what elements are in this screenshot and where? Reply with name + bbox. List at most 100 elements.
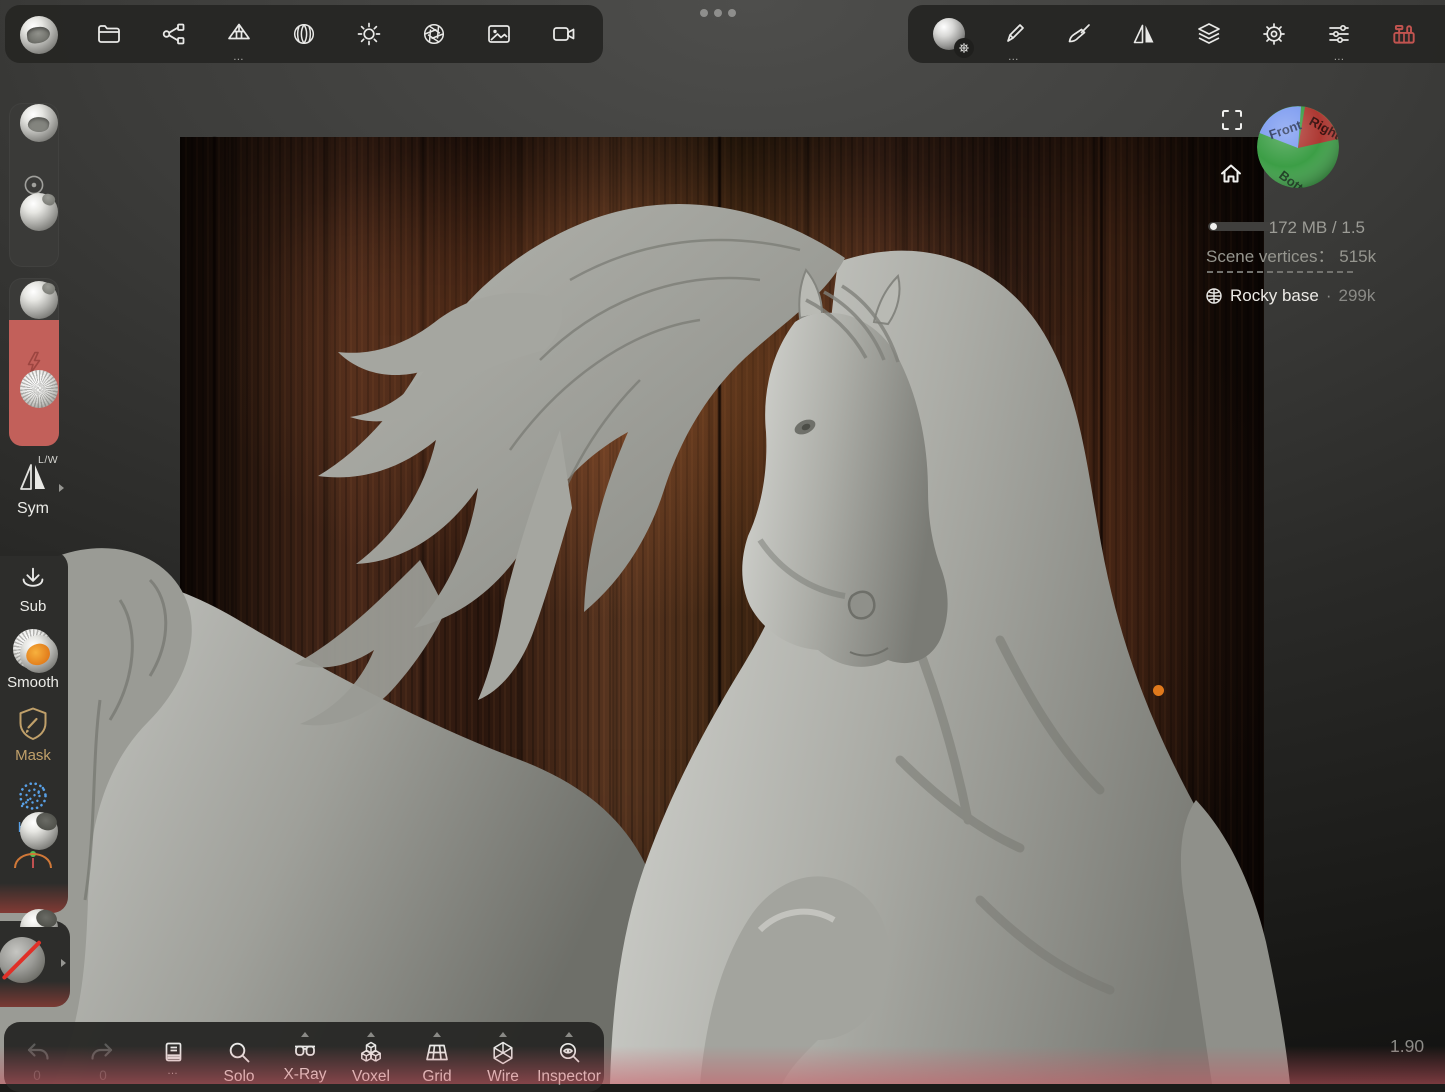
move-sphere-icon bbox=[20, 193, 58, 231]
toggle-label: Solo bbox=[223, 1068, 254, 1085]
toggle-label: Voxel bbox=[352, 1068, 390, 1085]
shortcut-label: Sub bbox=[20, 599, 47, 615]
scene-vertices-label: Scene vertices： bbox=[1206, 247, 1335, 266]
matcap-sphere-icon bbox=[933, 18, 965, 50]
no-material-slot[interactable] bbox=[0, 921, 70, 1007]
object-vertex-count: 299k bbox=[1339, 286, 1376, 306]
folder-icon bbox=[96, 21, 122, 47]
no-material-caret-icon bbox=[61, 959, 66, 967]
redo-icon bbox=[89, 1040, 117, 1066]
paint-sphere-icon bbox=[20, 635, 58, 673]
layers-button[interactable] bbox=[1187, 6, 1231, 62]
mirror-icon bbox=[1131, 21, 1157, 47]
shortcut-mask[interactable]: Mask bbox=[15, 705, 51, 764]
menu-caret-icon bbox=[367, 1027, 375, 1037]
toggle-xray[interactable]: X-Ray bbox=[272, 1027, 338, 1083]
toggle-solo[interactable]: Solo bbox=[206, 1027, 272, 1085]
inspector-eye-icon bbox=[556, 1040, 582, 1066]
menu-caret-icon bbox=[565, 1027, 573, 1037]
material-disabled-sphere-icon bbox=[0, 937, 45, 983]
toggle-inspector[interactable]: Inspector bbox=[536, 1027, 602, 1085]
toggle-voxel[interactable]: Voxel bbox=[338, 1027, 404, 1085]
material-button[interactable] bbox=[927, 6, 971, 62]
memory-usage-text: 172 MB / 1.5 bbox=[1205, 218, 1365, 238]
multitask-handle[interactable] bbox=[700, 9, 736, 17]
toggle-wire[interactable]: Wire bbox=[470, 1027, 536, 1085]
clay-sphere-icon bbox=[20, 16, 58, 54]
shortcut-gizmo-partial[interactable] bbox=[11, 850, 55, 868]
settings-button[interactable] bbox=[1252, 6, 1296, 62]
sub-arrow-icon bbox=[17, 565, 49, 593]
pencil-icon bbox=[1001, 21, 1027, 47]
solo-magnifier-icon bbox=[226, 1040, 252, 1066]
navigation-sphere[interactable]: Front Right Bottom bbox=[1256, 105, 1340, 189]
planar-sphere-icon bbox=[20, 812, 58, 850]
sun-icon bbox=[356, 21, 382, 47]
redo-button[interactable]: 0 bbox=[70, 1027, 136, 1083]
material-pyramid-icon bbox=[226, 21, 252, 47]
xray-glasses-icon bbox=[292, 1040, 318, 1064]
fullscreen-corners-icon[interactable] bbox=[1219, 107, 1245, 133]
mesh-sphere-icon bbox=[1205, 287, 1223, 305]
toggle-label: Grid bbox=[422, 1068, 451, 1085]
scene-vertices-value: 515k bbox=[1339, 247, 1376, 266]
material-pyramid-button[interactable]: … bbox=[217, 6, 261, 62]
wireframe-icon bbox=[490, 1040, 516, 1066]
paint-brush-icon bbox=[1066, 21, 1092, 47]
post-process-button[interactable] bbox=[412, 6, 456, 62]
shortcut-label: Smooth bbox=[7, 675, 59, 691]
home-icon[interactable] bbox=[1217, 160, 1245, 188]
layers-stack-icon bbox=[1196, 21, 1222, 47]
paint-settings-button[interactable] bbox=[1057, 6, 1101, 62]
mask-shield-icon bbox=[15, 705, 51, 742]
undo-icon bbox=[23, 1040, 51, 1066]
symmetry-toggle[interactable]: L/W Sym bbox=[0, 452, 66, 518]
environment-button[interactable] bbox=[282, 6, 326, 62]
notebook-button[interactable]: … bbox=[140, 1027, 206, 1074]
gizmo-icon bbox=[11, 850, 55, 868]
brush-sphere-icon bbox=[20, 104, 58, 142]
top-right-toolbar: … bbox=[908, 5, 1445, 63]
toggle-label: Inspector bbox=[537, 1068, 601, 1085]
symmetry-caret-icon bbox=[59, 484, 64, 492]
zoom-level: 1.90 bbox=[1390, 1036, 1424, 1057]
scene-graph-button[interactable] bbox=[152, 6, 196, 62]
selected-object-row[interactable]: Rocky base · 299k bbox=[1205, 286, 1375, 306]
shortcut-label: Mask bbox=[15, 748, 51, 764]
stroke-cursor-dot bbox=[1153, 685, 1164, 696]
voxel-cubes-icon bbox=[358, 1040, 384, 1066]
lighting-button[interactable] bbox=[347, 6, 391, 62]
symmetry-mode-label: L/W bbox=[38, 454, 58, 466]
files-button[interactable] bbox=[87, 6, 131, 62]
left-shortcut-panel: Sub Smooth Mask Hide bbox=[0, 551, 68, 913]
gear-icon bbox=[1261, 21, 1287, 47]
object-name[interactable]: Rocky base bbox=[1230, 286, 1319, 306]
undo-button[interactable]: 0 bbox=[4, 1027, 70, 1083]
shortcut-sub[interactable]: Sub bbox=[17, 565, 49, 615]
symmetry-button[interactable] bbox=[1122, 6, 1166, 62]
bottom-toolbar: 0 0 … Solo bbox=[4, 1022, 604, 1092]
sliders-icon bbox=[1326, 21, 1352, 47]
toggle-grid[interactable]: Grid bbox=[404, 1027, 470, 1085]
environment-sphere-icon bbox=[291, 21, 317, 47]
camera-button[interactable] bbox=[542, 6, 586, 62]
stats-separator bbox=[1207, 271, 1353, 273]
notebook-overflow-dots: … bbox=[167, 1068, 179, 1074]
menu-caret-icon bbox=[433, 1027, 441, 1037]
aperture-icon bbox=[421, 21, 447, 47]
toolbox-button[interactable] bbox=[1382, 6, 1426, 62]
toggle-label: Wire bbox=[487, 1068, 519, 1085]
stroke-button[interactable]: … bbox=[992, 6, 1036, 62]
interface-sliders-button[interactable]: … bbox=[1317, 6, 1361, 62]
image-icon bbox=[486, 21, 512, 47]
object-separator: · bbox=[1326, 286, 1332, 306]
grid-icon bbox=[424, 1040, 450, 1066]
material-overflow-dots: … bbox=[233, 54, 245, 60]
material-settings-badge[interactable] bbox=[954, 38, 974, 58]
menu-caret-icon bbox=[301, 1027, 309, 1037]
background-image-button[interactable] bbox=[477, 6, 521, 62]
sliders-overflow-dots: … bbox=[1333, 54, 1345, 60]
toolbox-icon bbox=[1390, 20, 1418, 48]
top-left-toolbar: … bbox=[5, 5, 603, 63]
drag-sphere-icon bbox=[20, 281, 58, 319]
